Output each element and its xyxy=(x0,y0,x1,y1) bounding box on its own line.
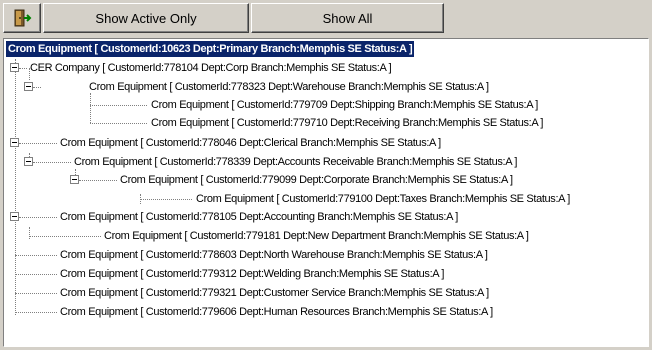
collapse-toggle[interactable] xyxy=(70,175,79,184)
tree-connector xyxy=(29,236,101,237)
tree-node[interactable]: CER Company [ CustomerId:778104 Dept:Cor… xyxy=(30,60,392,76)
customer-tree[interactable]: Crom Equipment [ CustomerId:10623 Dept:P… xyxy=(3,38,649,347)
tree-connector xyxy=(79,180,117,181)
tree-connector xyxy=(15,312,57,313)
tree-node-selected[interactable]: Crom Equipment [ CustomerId:10623 Dept:P… xyxy=(6,41,415,57)
show-active-only-button[interactable]: Show Active Only xyxy=(43,3,249,33)
exit-door-icon xyxy=(14,9,32,27)
collapse-toggle[interactable] xyxy=(10,138,19,147)
tree-connector xyxy=(90,93,91,123)
tree-node[interactable]: Crom Equipment [ CustomerId:779100 Dept:… xyxy=(196,191,570,207)
tree-node[interactable]: Crom Equipment [ CustomerId:779709 Dept:… xyxy=(151,97,538,113)
tree-connector xyxy=(19,143,57,144)
tree-connector xyxy=(19,68,27,69)
tree-node[interactable]: Crom Equipment [ CustomerId:778339 Dept:… xyxy=(74,154,517,170)
tree-node[interactable]: Crom Equipment [ CustomerId:779606 Dept:… xyxy=(60,304,493,320)
tree-connector xyxy=(90,105,147,106)
tree-node[interactable]: Crom Equipment [ CustomerId:779312 Dept:… xyxy=(60,266,444,282)
collapse-toggle[interactable] xyxy=(24,82,33,91)
tree-node[interactable]: Crom Equipment [ CustomerId:779321 Dept:… xyxy=(60,285,489,301)
tree-connector xyxy=(15,255,57,256)
collapse-toggle[interactable] xyxy=(10,212,19,221)
collapse-toggle[interactable] xyxy=(24,157,33,166)
tree-connector xyxy=(19,217,57,218)
tree-connector xyxy=(33,87,41,88)
tree-node[interactable]: Crom Equipment [ CustomerId:778603 Dept:… xyxy=(60,247,488,263)
tree-connector xyxy=(90,123,147,124)
show-all-button[interactable]: Show All xyxy=(251,3,444,33)
tree-node[interactable]: Crom Equipment [ CustomerId:779181 Dept:… xyxy=(104,228,529,244)
tree-node[interactable]: Crom Equipment [ CustomerId:778105 Dept:… xyxy=(60,209,458,225)
tree-node[interactable]: Crom Equipment [ CustomerId:778323 Dept:… xyxy=(89,79,489,95)
tree-connector xyxy=(33,162,71,163)
tree-connector xyxy=(140,199,192,200)
tree-node[interactable]: Crom Equipment [ CustomerId:779099 Dept:… xyxy=(120,172,513,188)
tree-node[interactable]: Crom Equipment [ CustomerId:779710 Dept:… xyxy=(151,115,543,131)
tree-node[interactable]: Crom Equipment [ CustomerId:778046 Dept:… xyxy=(60,135,441,151)
tree-connector xyxy=(29,227,30,239)
toolbar: Show Active Only Show All xyxy=(0,0,652,38)
tree-connector xyxy=(15,293,57,294)
tree-connector xyxy=(15,274,57,275)
exit-button[interactable] xyxy=(3,3,41,33)
tree-connector xyxy=(15,59,16,315)
collapse-toggle[interactable] xyxy=(10,63,19,72)
